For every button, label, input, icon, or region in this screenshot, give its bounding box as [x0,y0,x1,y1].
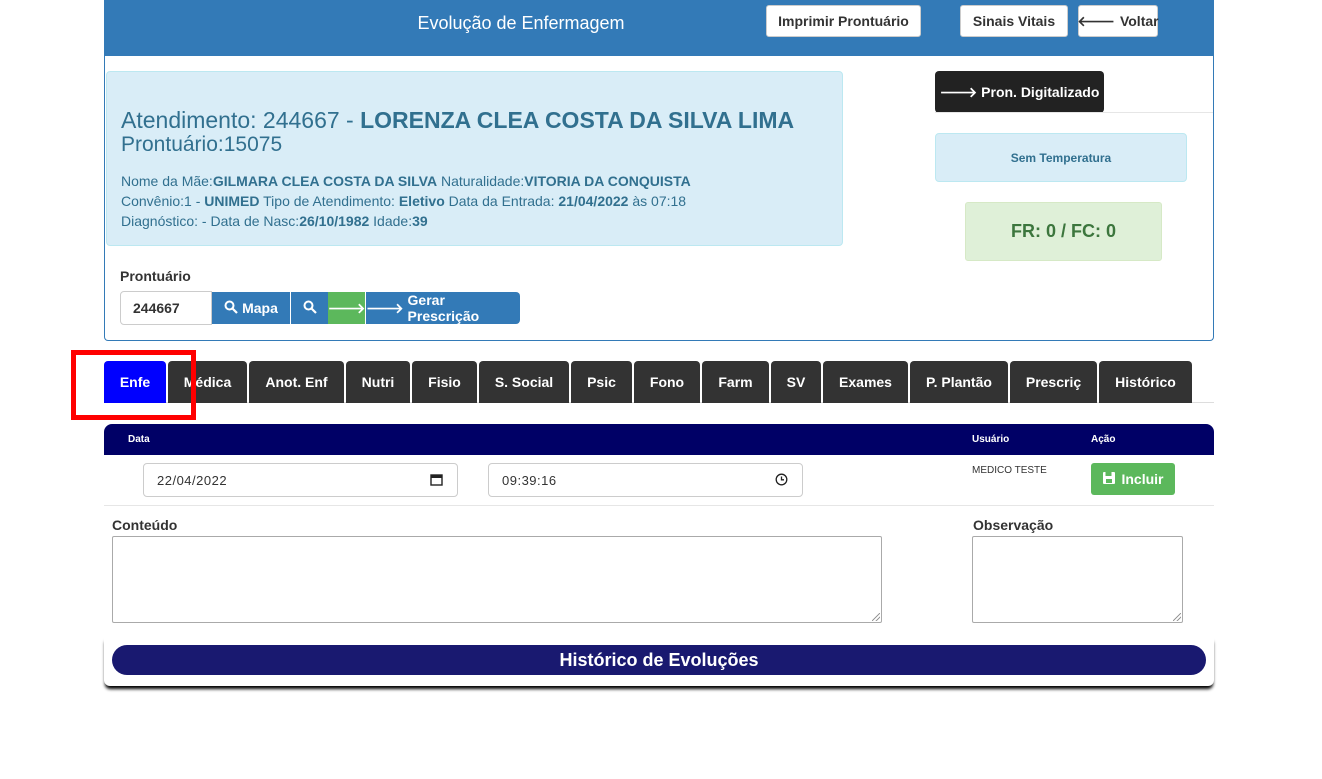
vital-signs-label: Sinais Vitais [972,13,1056,29]
content-textarea[interactable] [112,536,882,623]
type-label: Tipo de Atendimento: [259,193,399,209]
tab-p-plantao[interactable]: P. Plantão [910,361,1008,403]
print-record-button[interactable]: Imprimir Prontuário [766,5,921,37]
search-icon [303,300,317,317]
age-value: 39 [412,213,428,229]
tab-sv[interactable]: SV [771,361,821,403]
patient-name: LORENZA CLEA COSTA DA SILVA LIMA [360,107,795,133]
tab-psic[interactable]: Psic [571,361,632,403]
side-divider [935,112,1213,113]
generate-prescription-label: Gerar Prescrição [407,292,480,324]
col-date: Data [128,434,150,445]
page-title: Evolução de Enfermagem [417,13,625,33]
mother-line: Nome da Mãe:GILMARA CLEA COSTA DA SILVA … [121,173,691,189]
arrow-right-icon: 🡒 [939,83,978,100]
resize-handle[interactable] [1173,613,1181,621]
digitized-record-label: Pron. Digitalizado [981,84,1100,100]
content-label: Conteúdo [112,517,178,533]
arrow-right-icon: 🡒 [327,299,366,316]
naturality-value: VITORIA DA CONQUISTA [524,173,691,189]
record-search-input[interactable]: 244667 [120,291,212,325]
type-value: Eletivo [398,193,445,209]
back-button[interactable]: 🡐 Voltar [1077,5,1159,37]
print-record-label: Imprimir Prontuário [778,13,909,29]
digitized-record-button[interactable]: 🡒 Pron. Digitalizado [935,71,1104,113]
observation-label: Observação [973,517,1054,533]
clock-icon[interactable] [775,473,788,489]
mother-name: GILMARA CLEA COSTA DA SILVA [212,173,438,189]
agreement-value: UNIMED [204,193,260,209]
history-title-bar[interactable]: Histórico de Evoluções [112,645,1206,675]
include-label: Incluir [1121,471,1164,487]
temperature-status: Sem Temperatura [935,133,1187,182]
tab-anot-enf[interactable]: Anot. Enf [249,361,344,403]
fr-fc-status: FR: 0 / FC: 0 [965,202,1162,261]
search-icon [224,300,238,317]
mother-label: Nome da Mãe: [121,173,213,189]
arrow-left-icon: 🡐 [1077,12,1115,29]
entry-time: às 07:18 [628,193,687,209]
go-button[interactable]: 🡒 [328,292,365,324]
tab-fisio[interactable]: Fisio [412,361,477,403]
row-divider [104,505,1214,506]
save-icon [1102,471,1116,488]
attendance-line: Atendimento: 244667 - LORENZA CLEA COSTA… [121,107,794,134]
date-field[interactable]: 22/04/2022 [143,463,458,497]
tab-s-social[interactable]: S. Social [479,361,569,403]
col-action: Ação [1091,434,1116,445]
entry-label: Data da Entrada: [444,193,559,209]
date-value: 22/04/2022 [157,472,228,488]
diagnosis-label: Diagnóstico: - Data de Nasc: [121,213,300,229]
time-value: 09:39:16 [502,472,557,488]
calendar-icon[interactable] [430,473,443,489]
generate-prescription-button[interactable]: 🡒 Gerar Prescrição [366,292,520,324]
search-button[interactable] [291,292,328,324]
agreement-line: Convênio:1 - UNIMED Tipo de Atendimento:… [121,193,686,209]
naturality-label: Naturalidade: [437,173,525,189]
include-button[interactable]: Incluir [1091,463,1175,495]
tab-prescric[interactable]: Prescriç [1010,361,1097,403]
map-label: Mapa [242,300,278,316]
resize-handle[interactable] [872,613,880,621]
form-table-header: Data Usuário Ação [104,424,1214,455]
tab-farm[interactable]: Farm [702,361,769,403]
patient-info-box: Atendimento: 244667 - LORENZA CLEA COSTA… [106,71,843,246]
time-field[interactable]: 09:39:16 [488,463,803,497]
back-label: Voltar [1119,13,1159,29]
arrow-right-icon: 🡒 [366,299,404,316]
col-user: Usuário [972,434,1010,445]
tab-medica[interactable]: Médica [168,361,247,403]
age-label: Idade: [369,213,413,229]
tab-enfe[interactable]: Enfe [104,361,166,403]
entry-date: 21/04/2022 [558,193,629,209]
vital-signs-button[interactable]: Sinais Vitais [960,5,1068,37]
tab-exames[interactable]: Exames [823,361,908,403]
record-number: Prontuário:15075 [121,133,283,156]
user-name: MEDICO TESTE [972,465,1047,476]
observation-textarea[interactable] [972,536,1183,623]
diagnosis-line: Diagnóstico: - Data de Nasc:26/10/1982 I… [121,213,428,229]
tab-fono[interactable]: Fono [634,361,700,403]
tab-historico[interactable]: Histórico [1099,361,1192,403]
agreement-label: Convênio:1 - [121,193,205,209]
attendance-number: Atendimento: 244667 - [121,107,361,133]
record-search-label: Prontuário [120,268,191,284]
birth-date: 26/10/1982 [299,213,370,229]
map-button[interactable]: Mapa [212,292,290,324]
tab-nutri[interactable]: Nutri [346,361,410,403]
